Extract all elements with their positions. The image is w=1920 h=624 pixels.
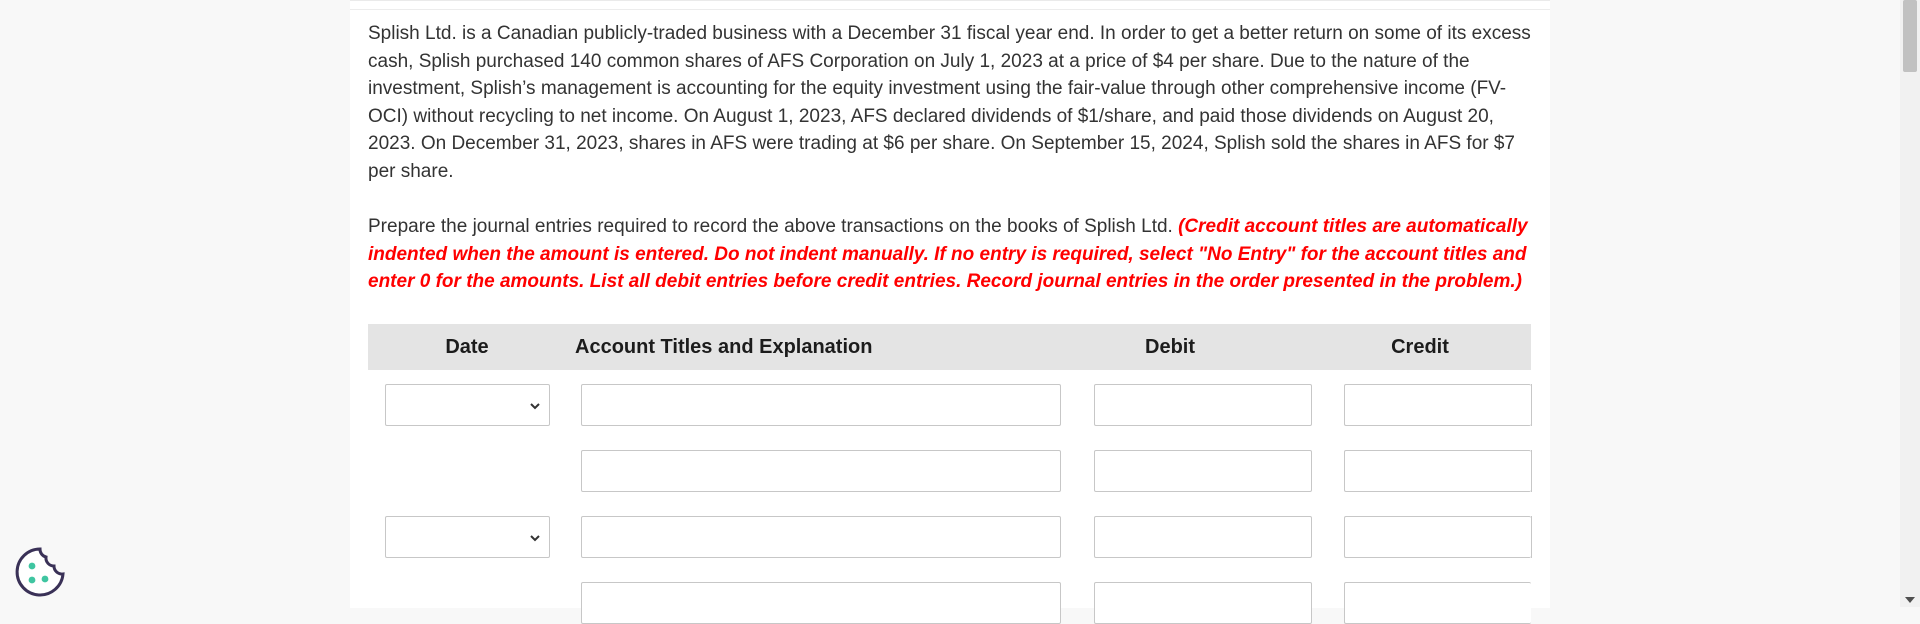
debit-input[interactable] <box>1094 384 1312 426</box>
divider <box>1531 384 1532 426</box>
credit-input[interactable] <box>1344 582 1531 624</box>
debit-input[interactable] <box>1094 582 1312 624</box>
account-title-input[interactable] <box>581 384 1061 426</box>
date-select[interactable] <box>385 516 550 558</box>
header-date: Date <box>445 336 489 358</box>
credit-input[interactable] <box>1344 516 1531 558</box>
chevron-down-icon <box>530 535 540 542</box>
account-title-input[interactable] <box>581 516 1061 558</box>
header-credit: Credit <box>1391 336 1449 358</box>
credit-input[interactable] <box>1344 450 1531 492</box>
account-title-input[interactable] <box>581 582 1061 624</box>
problem-text: Splish Ltd. is a Canadian publicly-trade… <box>368 23 1531 182</box>
chevron-down-icon <box>530 403 540 410</box>
divider <box>350 9 1550 10</box>
cookie-icon[interactable] <box>14 546 66 598</box>
credit-input[interactable] <box>1344 384 1531 426</box>
header-debit: Debit <box>1145 336 1195 358</box>
page-scrollbar[interactable] <box>1900 0 1920 607</box>
instructions: Prepare the journal entries required to … <box>368 213 1538 296</box>
scrollbar-thumb[interactable] <box>1903 0 1917 72</box>
scroll-down-arrow[interactable] <box>1905 597 1915 603</box>
header-account-titles: Account Titles and Explanation <box>575 336 873 358</box>
instructions-text: Prepare the journal entries required to … <box>368 216 1179 237</box>
journal-table-header: Date Account Titles and Explanation Debi… <box>368 324 1531 370</box>
divider <box>1531 450 1532 492</box>
date-select[interactable] <box>385 384 550 426</box>
debit-input[interactable] <box>1094 516 1312 558</box>
divider <box>1531 516 1532 558</box>
debit-input[interactable] <box>1094 450 1312 492</box>
account-title-input[interactable] <box>581 450 1061 492</box>
